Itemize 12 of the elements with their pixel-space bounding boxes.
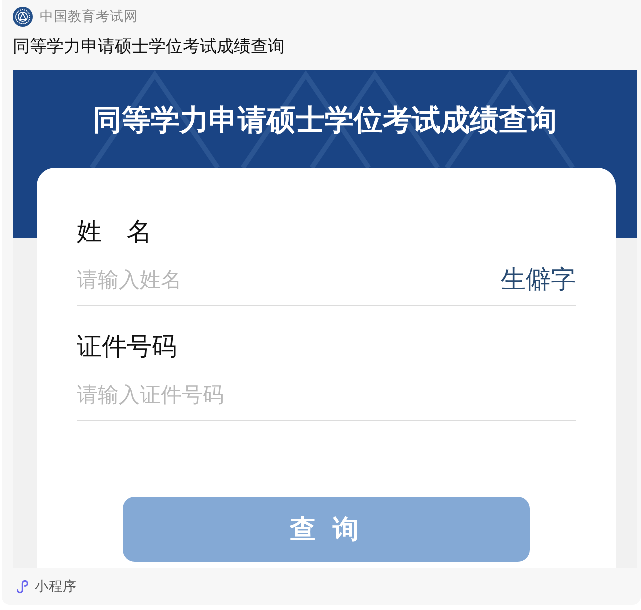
field-label: 姓 名 [77, 217, 152, 247]
input-field[interactable]: 请输入证件号码 [77, 380, 576, 410]
card-title: 同等学力申请硕士学位考试成绩查询 [13, 36, 285, 59]
banner-title: 同等学力申请硕士学位考试成绩查询 [93, 102, 557, 138]
source-name: 中国教育考试网 [40, 8, 138, 27]
rare-character-link[interactable]: 生僻字 [501, 265, 576, 295]
mini-program-label: 小程序 [35, 578, 77, 596]
input-field[interactable]: 请输入姓名 [77, 265, 501, 295]
emblem-icon [13, 7, 33, 27]
mini-program-icon [15, 580, 29, 594]
field-label: 证件号码 [77, 332, 177, 362]
share-card[interactable]: 中国教育考试网 同等学力申请硕士学位考试成绩查询 同等学力申请硕士学位考试成绩查询 姓 名 请输入姓名 生僻字 证件号码 请输入证件号码 查 询 小程序 [2, 0, 641, 605]
